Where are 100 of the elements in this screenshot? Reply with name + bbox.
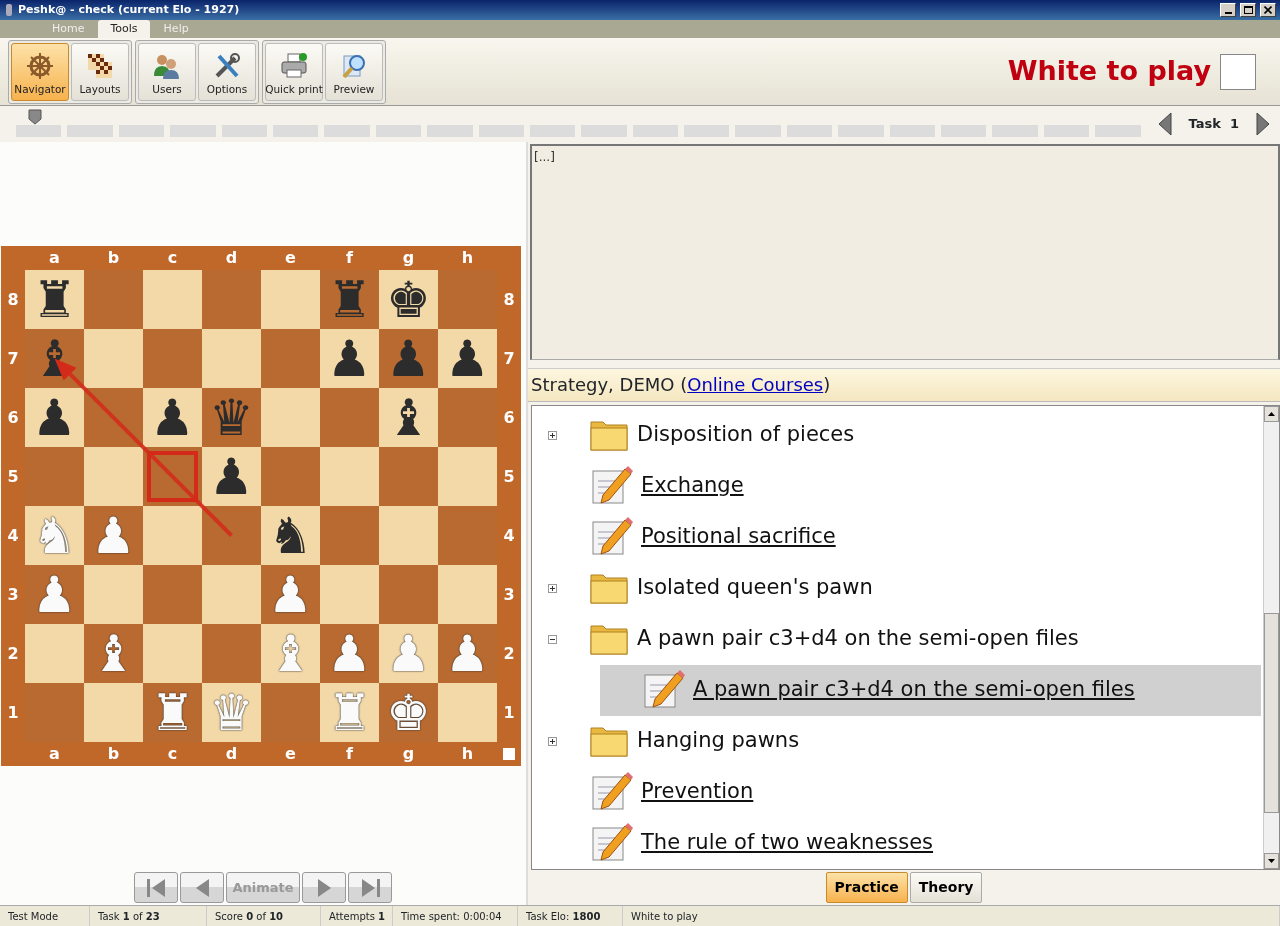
mode-tab[interactable]: Theory [909,872,983,903]
chess-piece[interactable]: ♟ [268,569,313,620]
chess-piece[interactable]: ♟ [32,392,77,443]
tree-item[interactable]: Disposition of pieces [548,409,1263,461]
chess-piece[interactable]: ♟ [91,510,136,561]
dark-square[interactable] [438,270,497,329]
light-square[interactable] [379,506,438,565]
tree-item[interactable]: The rule of two weaknesses [548,817,1263,869]
lesson-link[interactable]: A pawn pair c3+d4 on the semi-open files [693,674,1135,706]
dark-square[interactable] [379,447,438,506]
light-square[interactable] [25,624,84,683]
light-square[interactable]: ♟ [143,388,202,447]
next-move-button[interactable] [302,872,346,903]
dark-square[interactable]: ♝ [84,624,143,683]
dark-square[interactable] [84,388,143,447]
light-square[interactable] [438,447,497,506]
chess-piece[interactable]: ♟ [327,628,372,679]
scroll-down-button[interactable] [1264,853,1279,870]
previous-task-button[interactable] [1157,112,1172,136]
light-square[interactable] [143,270,202,329]
dark-square[interactable] [25,447,84,506]
online-courses-link[interactable]: Online Courses [687,371,824,399]
ribbon-button[interactable]: Preview [325,42,383,101]
chess-piece[interactable]: ♞ [268,510,313,561]
dark-square[interactable] [143,329,202,388]
expand-toggle[interactable] [548,736,557,746]
dark-square[interactable] [202,624,261,683]
dark-square[interactable] [320,388,379,447]
dark-square[interactable] [261,683,320,742]
light-square[interactable]: ♝ [379,388,438,447]
first-move-button[interactable] [134,872,178,903]
chess-piece[interactable]: ♝ [91,628,136,679]
next-task-button[interactable] [1256,112,1270,136]
tree-item[interactable]: Exchange [548,460,1263,512]
lesson-link[interactable]: Positional sacrifice [641,521,836,553]
scroll-up-button[interactable] [1264,405,1279,422]
chess-piece[interactable]: ♟ [150,392,195,443]
ribbon-button[interactable]: Navigator [11,42,69,101]
collapse-toggle[interactable] [548,634,557,644]
tree-item[interactable]: A pawn pair c3+d4 on the semi-open files [548,613,1263,665]
slider-thumb[interactable] [28,109,42,125]
chess-piece[interactable]: ♟ [327,333,372,384]
light-square[interactable]: ♟ [202,447,261,506]
chess-piece[interactable]: ♟ [445,628,490,679]
mode-tab[interactable]: Practice [825,872,908,903]
dark-square[interactable] [84,270,143,329]
light-square[interactable] [438,683,497,742]
light-square[interactable] [202,329,261,388]
chess-piece[interactable]: ♟ [209,451,254,502]
light-square[interactable] [202,565,261,624]
expand-toggle[interactable] [548,430,557,440]
dark-square[interactable] [261,329,320,388]
tree-item[interactable]: A pawn pair c3+d4 on the semi-open files [600,664,1261,716]
dark-square[interactable] [261,447,320,506]
prev-move-button[interactable] [180,872,224,903]
chess-piece[interactable]: ♟ [445,333,490,384]
dark-square[interactable] [202,506,261,565]
lesson-link[interactable]: The rule of two weaknesses [641,827,934,859]
dark-square[interactable]: ♟ [84,506,143,565]
chess-piece[interactable]: ♜ [32,274,77,325]
tree-item[interactable]: Hanging pawns [548,715,1263,767]
light-square[interactable] [84,329,143,388]
ribbon-button[interactable]: Options [198,42,256,101]
tree-item[interactable]: Isolated queen's pawn [548,562,1263,614]
chess-piece[interactable]: ♜ [150,687,195,738]
light-square[interactable] [143,624,202,683]
chess-piece[interactable]: ♝ [386,392,431,443]
tree-item[interactable]: Positional sacrifice [548,511,1263,563]
dark-square[interactable]: ♟ [438,624,497,683]
close-button[interactable] [1260,3,1276,17]
light-square[interactable] [320,447,379,506]
dark-square[interactable]: ♜ [143,683,202,742]
chess-piece[interactable]: ♚ [386,687,431,738]
dark-square[interactable] [379,565,438,624]
flip-board-button[interactable] [503,748,515,760]
light-square[interactable] [84,447,143,506]
scrollbar-thumb[interactable] [1264,613,1279,814]
ribbon-button[interactable]: Layouts [71,42,129,101]
chess-piece[interactable]: ♟ [32,569,77,620]
expand-toggle[interactable] [548,583,557,593]
lesson-link[interactable]: Prevention [641,776,754,808]
dark-square[interactable] [438,388,497,447]
dark-square[interactable] [143,565,202,624]
maximize-button[interactable] [1240,3,1256,17]
light-square[interactable] [143,506,202,565]
dark-square[interactable] [25,683,84,742]
last-move-button[interactable] [348,872,392,903]
dark-square[interactable] [202,270,261,329]
light-square[interactable] [261,270,320,329]
task-slider[interactable] [16,109,1141,139]
minimize-button[interactable] [1220,3,1236,17]
dark-square[interactable]: ♟ [261,565,320,624]
light-square[interactable]: ♟ [438,329,497,388]
dark-square[interactable] [438,506,497,565]
dark-square[interactable]: ♟ [320,624,379,683]
dark-square[interactable] [320,506,379,565]
tree-item[interactable]: Prevention [548,766,1263,818]
light-square[interactable]: ♜ [25,270,84,329]
light-square[interactable] [261,388,320,447]
light-square[interactable]: ♟ [25,388,84,447]
